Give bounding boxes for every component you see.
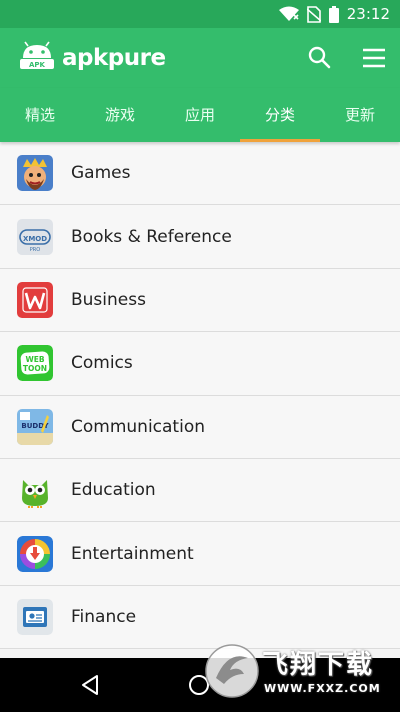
svg-text:WEB: WEB (25, 355, 44, 364)
tab-updates[interactable]: 更新 (320, 88, 400, 142)
category-label: Comics (71, 353, 133, 374)
watermark-url: WWW.FXXZ.COM (264, 682, 381, 695)
wps-office-icon (17, 281, 53, 318)
buddy-icon: BUDDY (17, 408, 53, 445)
tab-featured[interactable]: 精选 (0, 88, 80, 142)
duolingo-owl-icon (17, 472, 53, 509)
category-label: Entertainment (71, 543, 194, 564)
category-label: Finance (71, 606, 137, 627)
list-item-games[interactable]: Games (0, 142, 400, 206)
tab-bar: 精选 游戏 应用 分类 更新 (0, 88, 400, 142)
apkpure-logo[interactable]: APK apkpure (18, 41, 166, 75)
svg-text:XMOD: XMOD (23, 235, 47, 243)
no-sim-icon (306, 5, 321, 23)
watermark: 飞翔下载 WWW.FXXZ.COM (202, 640, 392, 706)
category-label: Education (71, 480, 156, 501)
category-list: Games XMOD PRO Books & Reference Busines… (0, 142, 400, 658)
status-bar: 23:12 (0, 0, 400, 28)
app-bar: APK apkpure (0, 28, 400, 88)
category-label: Books & Reference (71, 226, 232, 247)
battery-icon (328, 5, 339, 23)
brand-name: apkpure (62, 45, 166, 71)
download-arrow-icon (17, 535, 53, 572)
svg-text:APK: APK (29, 61, 46, 69)
watermark-title: 飞翔下载 (262, 650, 375, 680)
list-item-communication[interactable]: BUDDY Communication (0, 395, 400, 459)
tab-games[interactable]: 游戏 (80, 88, 160, 142)
back-icon[interactable] (80, 674, 100, 700)
tab-apps[interactable]: 应用 (160, 88, 240, 142)
menu-icon[interactable] (360, 44, 388, 72)
clock: 23:12 (346, 5, 390, 23)
android-apk-icon: APK (18, 41, 56, 75)
finance-card-icon (17, 598, 53, 635)
list-item-education[interactable]: Education (0, 458, 400, 523)
webtoon-icon: WEB TOON (17, 345, 53, 382)
clash-royale-icon (17, 155, 53, 192)
list-item-books-reference[interactable]: XMOD PRO Books & Reference (0, 205, 400, 269)
category-label: Games (71, 163, 131, 184)
category-label: Communication (71, 416, 205, 437)
list-item-comics[interactable]: WEB TOON Comics (0, 332, 400, 396)
svg-text:PRO: PRO (30, 247, 40, 253)
xmod-pro-icon: XMOD PRO (17, 218, 53, 255)
list-item-entertainment[interactable]: Entertainment (0, 522, 400, 586)
list-item-business[interactable]: Business (0, 268, 400, 333)
search-icon[interactable] (306, 44, 334, 72)
wifi-icon (278, 6, 299, 22)
tab-categories[interactable]: 分类 (240, 88, 320, 142)
category-label: Business (71, 289, 146, 310)
svg-text:TOON: TOON (23, 364, 47, 373)
